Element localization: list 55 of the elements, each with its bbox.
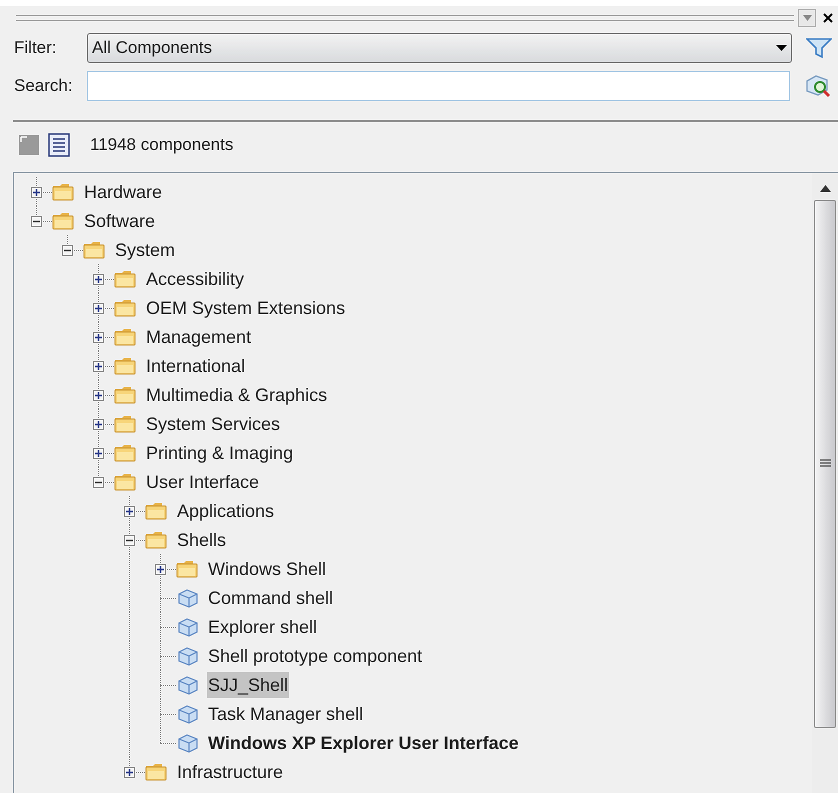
tree-item[interactable]: Accessibility <box>145 266 246 292</box>
tree-item[interactable]: User Interface <box>145 468 260 494</box>
tree-item[interactable]: Multimedia & Graphics <box>145 382 328 408</box>
tree-item[interactable]: Shells <box>176 526 228 552</box>
tree-item[interactable]: Explorer shell <box>207 614 318 640</box>
search-icon[interactable] <box>804 73 832 99</box>
expand-toggle[interactable] <box>31 187 42 198</box>
tree-item[interactable]: Printing & Imaging <box>145 440 294 466</box>
collapse-icon[interactable] <box>18 134 40 156</box>
cube-icon <box>176 702 198 724</box>
collapse-toggle[interactable] <box>93 477 104 488</box>
expand-toggle[interactable] <box>93 332 104 343</box>
filter-label: Filter: <box>14 37 58 60</box>
scroll-up-icon[interactable] <box>820 185 830 192</box>
expand-toggle[interactable] <box>124 767 135 778</box>
expand-toggle[interactable] <box>93 361 104 372</box>
caret-icon <box>776 45 787 51</box>
expand-toggle[interactable] <box>124 506 135 517</box>
expand-toggle[interactable] <box>93 274 104 285</box>
component-count: 11948 components <box>90 134 234 156</box>
tree-item[interactable]: Windows Shell <box>207 556 328 582</box>
scroll-thumb[interactable] <box>814 200 836 728</box>
tree-item[interactable]: Software <box>83 208 156 234</box>
tree-item[interactable]: Shell prototype component <box>207 642 424 668</box>
expand-toggle[interactable] <box>93 448 104 459</box>
tree-item[interactable]: Task Manager shell <box>207 700 364 726</box>
collapse-toggle[interactable] <box>31 216 42 227</box>
cube-icon <box>176 586 198 608</box>
tree-item[interactable]: System <box>114 236 176 262</box>
gripper-bar[interactable] <box>16 15 794 21</box>
tree-item[interactable]: Hardware <box>83 178 164 204</box>
search-label: Search: <box>14 75 74 98</box>
list-view-icon[interactable] <box>48 133 70 157</box>
tree-item[interactable]: Command shell <box>207 584 334 610</box>
cube-icon <box>176 674 198 696</box>
tree-item[interactable]: SJJ_Shell <box>207 672 290 698</box>
cube-icon <box>176 644 198 666</box>
filter-dropdown[interactable]: All Components <box>87 33 792 63</box>
expand-toggle[interactable] <box>93 390 104 401</box>
tree-item[interactable]: System Services <box>145 410 282 436</box>
tree-item[interactable]: Infrastructure <box>176 758 284 784</box>
tree-item[interactable]: Windows XP Explorer User Interface <box>207 730 520 756</box>
tree-item[interactable]: International <box>145 352 246 378</box>
collapse-toggle[interactable] <box>124 535 135 546</box>
expand-toggle[interactable] <box>93 303 104 314</box>
expand-toggle[interactable] <box>93 419 104 430</box>
tree-item[interactable]: OEM System Extensions <box>145 294 346 320</box>
expand-toggle[interactable] <box>155 564 166 575</box>
cube-icon <box>176 732 198 754</box>
filter-icon[interactable] <box>806 37 832 59</box>
collapse-toggle[interactable] <box>62 245 73 256</box>
tree-item[interactable]: Applications <box>176 498 276 524</box>
search-field[interactable] <box>87 71 790 101</box>
cube-icon <box>176 616 198 638</box>
tree-item[interactable]: Management <box>145 324 252 350</box>
